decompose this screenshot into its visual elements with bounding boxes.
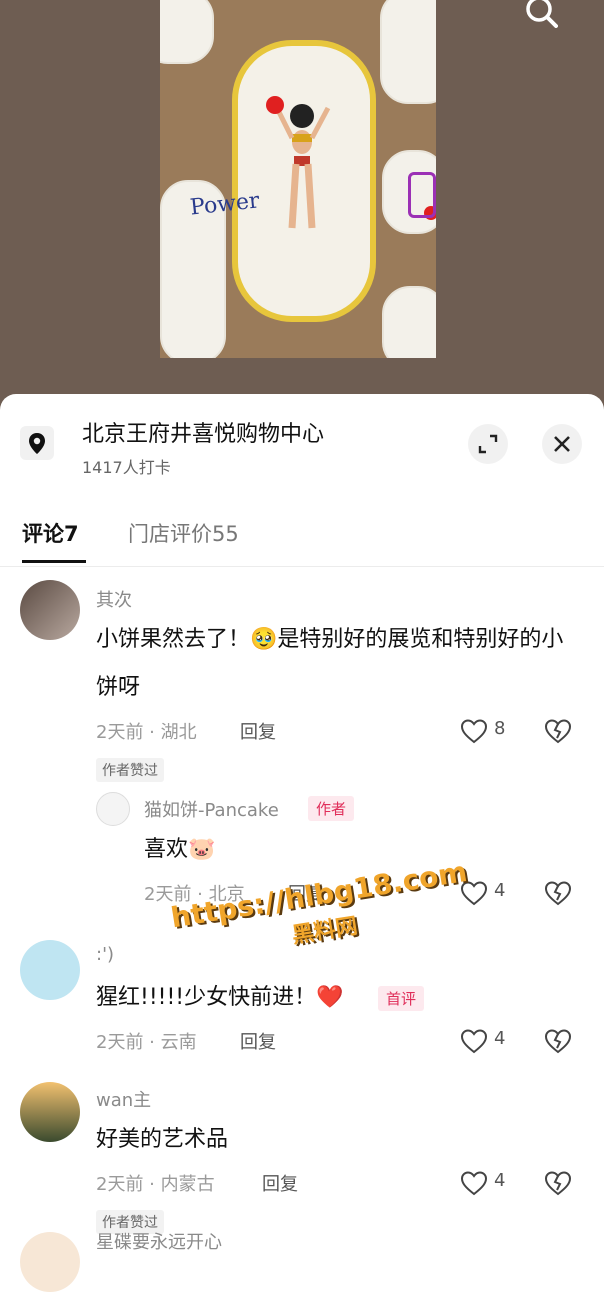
comment-username[interactable]: :') bbox=[96, 944, 114, 965]
comment-meta: 2天前 · 云南 bbox=[96, 1032, 197, 1053]
tab-store-reviews[interactable]: 门店评价55 bbox=[128, 518, 239, 548]
tab-comments[interactable]: 评论7 bbox=[22, 518, 79, 548]
like-count: 4 bbox=[494, 1028, 506, 1049]
location-pin-icon bbox=[20, 426, 54, 460]
close-icon bbox=[554, 436, 570, 452]
comment-meta: 2天前 · 湖北 bbox=[96, 722, 197, 743]
comment-username[interactable]: 其次 bbox=[96, 586, 132, 612]
checkin-count: 1417人打卡 bbox=[82, 458, 171, 477]
dislike-icon[interactable] bbox=[544, 1028, 572, 1054]
comment-meta: 2天前 · 内蒙古 bbox=[96, 1174, 215, 1195]
comment-text: 猩红!!!!!少女快前进！❤️ bbox=[96, 985, 344, 1010]
author-badge: 作者 bbox=[308, 796, 355, 821]
avatar[interactable] bbox=[20, 1082, 80, 1142]
expand-icon bbox=[478, 434, 498, 454]
dislike-icon[interactable] bbox=[544, 1170, 572, 1196]
heart-icon[interactable] bbox=[460, 718, 488, 744]
comment-username[interactable]: wan主 bbox=[96, 1086, 151, 1112]
avatar[interactable] bbox=[96, 792, 130, 826]
search-icon[interactable] bbox=[524, 0, 558, 28]
comment-text: 好美的艺术品 bbox=[96, 1127, 229, 1152]
like-count: 4 bbox=[494, 1170, 506, 1191]
reply-button[interactable]: 回复 bbox=[262, 1170, 298, 1196]
reply-button[interactable]: 回复 bbox=[240, 1028, 276, 1054]
media-viewer[interactable]: Power bbox=[0, 0, 604, 420]
comment-username[interactable]: 星碟要永远开心 bbox=[96, 1228, 222, 1254]
like-count: 4 bbox=[494, 880, 506, 901]
comments-sheet: 北京王府井喜悦购物中心 1417人打卡 评论7 门店评价55 其次 小饼果然去了… bbox=[0, 394, 604, 1292]
like-count: 8 bbox=[494, 718, 506, 739]
artwork-photo: Power bbox=[160, 0, 436, 358]
heart-icon[interactable] bbox=[460, 1028, 488, 1054]
first-comment-badge: 首评 bbox=[378, 986, 425, 1011]
reply-username[interactable]: 猫如饼-Pancake bbox=[144, 796, 279, 822]
dislike-icon[interactable] bbox=[544, 880, 572, 906]
close-button[interactable] bbox=[542, 424, 582, 464]
expand-button[interactable] bbox=[468, 424, 508, 464]
heart-icon[interactable] bbox=[460, 1170, 488, 1196]
avatar[interactable] bbox=[20, 1232, 80, 1292]
avatar[interactable] bbox=[20, 940, 80, 1000]
active-tab-indicator bbox=[22, 560, 86, 563]
dislike-icon[interactable] bbox=[544, 718, 572, 744]
author-liked-badge: 作者赞过 bbox=[96, 758, 164, 782]
location-title[interactable]: 北京王府井喜悦购物中心 bbox=[82, 416, 324, 448]
avatar[interactable] bbox=[20, 580, 80, 640]
reply-button[interactable]: 回复 bbox=[240, 718, 276, 744]
reply-text: 喜欢🐷 bbox=[144, 837, 216, 862]
comment-text: 小饼果然去了！🥹是特别好的展览和特别好的小饼呀 bbox=[96, 627, 564, 700]
tab-bar: 评论7 门店评价55 bbox=[0, 514, 604, 567]
